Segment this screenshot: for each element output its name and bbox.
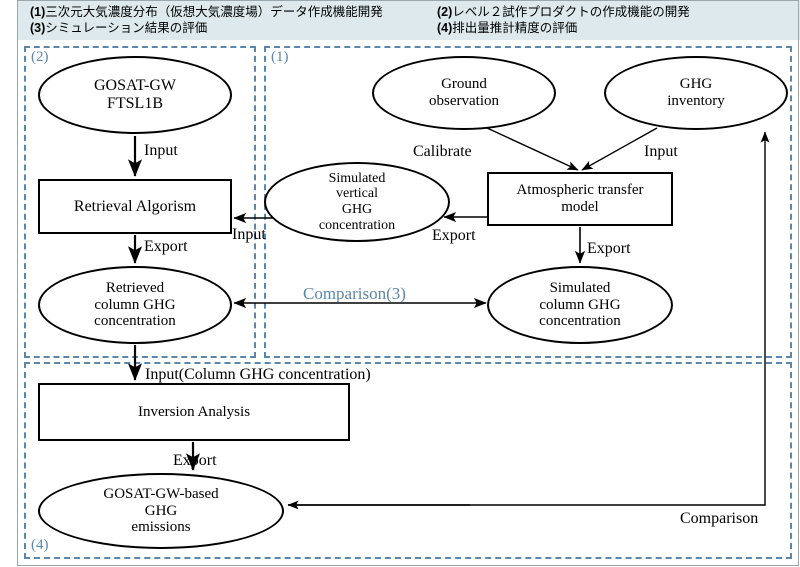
edge-label-calibrate: Calibrate	[413, 143, 472, 160]
node-retrieval-algorism-label: Retrieval Algorism	[73, 197, 197, 215]
node-atmospheric-transfer-model[interactable]: Atmospheric transfer model	[487, 172, 673, 226]
header-item-2-text: レベル２試作プロダクトの作成機能の開発	[452, 5, 690, 19]
node-gosat-gw-based-ghg-emissions[interactable]: GOSAT-GW-based GHG emissions	[38, 473, 284, 549]
node-ground-observation-label: Ground observation	[429, 76, 499, 109]
header-item-4: (4)排出量推計精度の評価	[437, 20, 577, 36]
edge-label-comparison-3: Comparison(3)	[303, 284, 406, 303]
node-simulated-column-ghg-concentration[interactable]: Simulated column GHG concentration	[487, 266, 673, 344]
edge-label-export-to-simvert: Export	[432, 227, 476, 244]
edge-label-comparison: Comparison	[680, 510, 759, 527]
edge-label-export-to-simcol: Export	[587, 240, 631, 257]
group-box-4-label: (4)	[31, 537, 49, 553]
group-box-2-label: (2)	[31, 49, 49, 65]
node-gosat-gw-based-ghg-emissions-label: GOSAT-GW-based GHG emissions	[103, 485, 219, 536]
header-item-4-number: (4)	[437, 21, 453, 35]
header-item-2-number: (2)	[437, 5, 453, 19]
header-item-1-text: 三次元大気濃度分布（仮想大気濃度場）データ作成機能開発	[45, 5, 383, 19]
edge-label-input-to-atm: Input	[644, 143, 678, 160]
header-item-2: (2)レベル２試作プロダクトの作成機能の開発	[437, 4, 690, 20]
node-ghg-inventory-label: GHG inventory	[667, 76, 725, 109]
node-simulated-column-ghg-concentration-label: Simulated column GHG concentration	[539, 279, 621, 330]
header-item-1-number: (1)	[30, 5, 46, 19]
edge-label-input-from-simvert: Input	[232, 226, 266, 243]
node-simulated-vertical-ghg-concentration[interactable]: Simulated vertical GHG concentration	[264, 162, 450, 242]
header-item-4-text: 排出量推計精度の評価	[452, 21, 578, 35]
node-retrieved-column-ghg-concentration[interactable]: Retrieved column GHG concentration	[38, 266, 232, 344]
group-box-1-label: (1)	[271, 49, 289, 65]
node-gosat-gw-ftsl1b-label: GOSAT-GW FTSL1B	[93, 77, 177, 112]
node-ghg-inventory[interactable]: GHG inventory	[604, 56, 788, 130]
edge-label-export-from-retrieval: Export	[144, 238, 188, 255]
edge-label-input-to-retrieval: Input	[144, 142, 178, 159]
node-simulated-vertical-ghg-concentration-label: Simulated vertical GHG concentration	[318, 170, 396, 233]
edge-label-export-to-emissions: Export	[173, 452, 217, 469]
node-retrieved-column-ghg-concentration-label: Retrieved column GHG concentration	[94, 279, 176, 330]
node-gosat-gw-ftsl1b[interactable]: GOSAT-GW FTSL1B	[38, 56, 232, 134]
node-inversion-analysis-label: Inversion Analysis	[137, 403, 251, 420]
header-item-3-text: シミュレーション結果の評価	[45, 21, 208, 35]
node-atmospheric-transfer-model-label: Atmospheric transfer model	[516, 182, 644, 215]
diagram-canvas: (1)三次元大気濃度分布（仮想大気濃度場）データ作成機能開発 (3)シミュレーシ…	[0, 0, 800, 567]
header-item-3-number: (3)	[30, 21, 46, 35]
node-inversion-analysis[interactable]: Inversion Analysis	[38, 383, 350, 441]
header-item-3: (3)シミュレーション結果の評価	[30, 20, 207, 36]
node-ground-observation[interactable]: Ground observation	[372, 56, 556, 130]
node-retrieval-algorism[interactable]: Retrieval Algorism	[38, 179, 232, 234]
edge-label-input-column-ghg-concentration: Input(Column GHG concentration)	[145, 366, 371, 383]
header-item-1: (1)三次元大気濃度分布（仮想大気濃度場）データ作成機能開発	[30, 4, 383, 20]
